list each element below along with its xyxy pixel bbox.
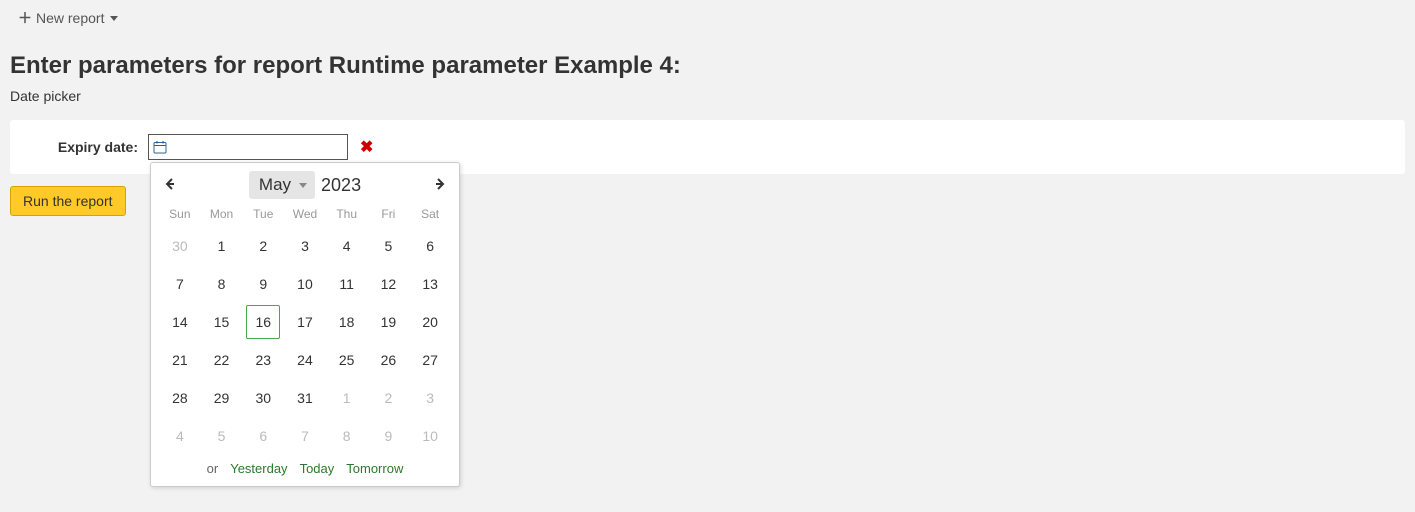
chevron-down-icon bbox=[299, 183, 307, 188]
calendar-day[interactable]: 7 bbox=[159, 265, 201, 303]
day-of-week-header: Tue bbox=[242, 203, 284, 227]
calendar-grid: SunMonTueWedThuFriSat 301234567891011121… bbox=[159, 203, 451, 455]
date-picker-popup: May 2023 SunMonTueWedThuFriSat 301234567… bbox=[150, 162, 460, 487]
parameters-panel: Expiry date: ✖ May 2023 bbox=[10, 120, 1405, 174]
calendar-day[interactable]: 19 bbox=[368, 303, 410, 341]
calendar-day[interactable]: 30 bbox=[242, 379, 284, 417]
expiry-date-field[interactable] bbox=[148, 134, 348, 160]
calendar-day[interactable]: 17 bbox=[284, 303, 326, 341]
calendar-day[interactable]: 21 bbox=[159, 341, 201, 379]
page-subtitle: Date picker bbox=[10, 88, 1405, 104]
calendar-day[interactable]: 25 bbox=[326, 341, 368, 379]
calendar-day[interactable]: 14 bbox=[159, 303, 201, 341]
calendar-day[interactable]: 8 bbox=[326, 417, 368, 455]
calendar-day[interactable]: 4 bbox=[159, 417, 201, 455]
calendar-day[interactable]: 7 bbox=[284, 417, 326, 455]
calendar-day[interactable]: 23 bbox=[242, 341, 284, 379]
day-of-week-header: Sat bbox=[409, 203, 451, 227]
calendar-day[interactable]: 5 bbox=[368, 227, 410, 265]
calendar-icon bbox=[153, 140, 167, 154]
tomorrow-link[interactable]: Tomorrow bbox=[346, 461, 403, 476]
new-report-label: New report bbox=[36, 10, 104, 26]
calendar-day[interactable]: 4 bbox=[326, 227, 368, 265]
calendar-day[interactable]: 28 bbox=[159, 379, 201, 417]
calendar-day[interactable]: 3 bbox=[409, 379, 451, 417]
arrow-right-icon bbox=[433, 177, 447, 191]
calendar-day[interactable]: 1 bbox=[201, 227, 243, 265]
month-select[interactable]: May bbox=[249, 171, 315, 199]
day-of-week-header: Mon bbox=[201, 203, 243, 227]
calendar-day[interactable]: 1 bbox=[326, 379, 368, 417]
yesterday-link[interactable]: Yesterday bbox=[230, 461, 287, 476]
calendar-day[interactable]: 26 bbox=[368, 341, 410, 379]
calendar-day[interactable]: 22 bbox=[201, 341, 243, 379]
calendar-day[interactable]: 12 bbox=[368, 265, 410, 303]
day-of-week-header: Sun bbox=[159, 203, 201, 227]
expiry-date-input[interactable] bbox=[167, 135, 343, 159]
calendar-day[interactable]: 20 bbox=[409, 303, 451, 341]
calendar-day[interactable]: 6 bbox=[409, 227, 451, 265]
month-label: May bbox=[259, 175, 291, 195]
day-of-week-header: Fri bbox=[368, 203, 410, 227]
year-label[interactable]: 2023 bbox=[321, 175, 361, 196]
calendar-day[interactable]: 15 bbox=[201, 303, 243, 341]
calendar-day[interactable]: 24 bbox=[284, 341, 326, 379]
next-month-button[interactable] bbox=[429, 175, 451, 196]
new-report-dropdown[interactable]: ＋ New report bbox=[18, 8, 118, 28]
day-of-week-header: Thu bbox=[326, 203, 368, 227]
calendar-day[interactable]: 29 bbox=[201, 379, 243, 417]
calendar-day[interactable]: 13 bbox=[409, 265, 451, 303]
prev-month-button[interactable] bbox=[159, 175, 181, 196]
today-link[interactable]: Today bbox=[300, 461, 335, 476]
arrow-left-icon bbox=[163, 177, 177, 191]
calendar-day[interactable]: 5 bbox=[201, 417, 243, 455]
calendar-day[interactable]: 6 bbox=[242, 417, 284, 455]
clear-date-button[interactable]: ✖ bbox=[360, 137, 373, 157]
day-of-week-header: Wed bbox=[284, 203, 326, 227]
calendar-day[interactable]: 27 bbox=[409, 341, 451, 379]
calendar-day[interactable]: 10 bbox=[284, 265, 326, 303]
calendar-day[interactable]: 8 bbox=[201, 265, 243, 303]
calendar-day[interactable]: 30 bbox=[159, 227, 201, 265]
calendar-day[interactable]: 2 bbox=[368, 379, 410, 417]
calendar-day[interactable]: 11 bbox=[326, 265, 368, 303]
expiry-date-label: Expiry date: bbox=[28, 139, 138, 155]
calendar-day[interactable]: 9 bbox=[368, 417, 410, 455]
calendar-day[interactable]: 10 bbox=[409, 417, 451, 455]
calendar-day[interactable]: 31 bbox=[284, 379, 326, 417]
calendar-day[interactable]: 2 bbox=[242, 227, 284, 265]
chevron-down-icon bbox=[110, 16, 118, 21]
calendar-day[interactable]: 18 bbox=[326, 303, 368, 341]
calendar-day[interactable]: 16 bbox=[242, 303, 284, 341]
or-label: or bbox=[207, 461, 219, 476]
run-report-button[interactable]: Run the report bbox=[10, 186, 126, 216]
plus-icon: ＋ bbox=[18, 8, 32, 28]
calendar-day[interactable]: 3 bbox=[284, 227, 326, 265]
page-title: Enter parameters for report Runtime para… bbox=[10, 52, 1405, 80]
calendar-day[interactable]: 9 bbox=[242, 265, 284, 303]
